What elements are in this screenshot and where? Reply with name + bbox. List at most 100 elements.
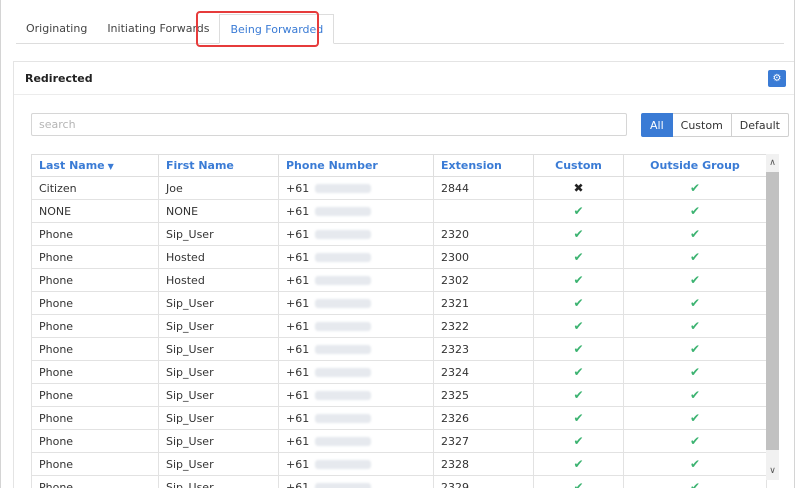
cell-last-name: Phone: [31, 314, 159, 338]
cell-extension: 2329: [433, 475, 534, 488]
cell-extension: 2323: [433, 337, 534, 361]
phone-prefix: +61: [286, 457, 310, 471]
check-icon: ✔: [689, 480, 701, 488]
check-icon: ✔: [689, 457, 701, 471]
table-row[interactable]: Phone Sip_User +61 2327 ✔ ✔: [31, 429, 767, 453]
table-row[interactable]: Phone Sip_User +61 2328 ✔ ✔: [31, 452, 767, 476]
column-header-outside-group[interactable]: Outside Group: [623, 154, 767, 177]
cell-custom: ✔: [533, 360, 624, 384]
cell-custom: ✔: [533, 199, 624, 223]
cell-last-name: Phone: [31, 475, 159, 488]
table-row[interactable]: Phone Sip_User +61 2324 ✔ ✔: [31, 360, 767, 384]
cell-outside-group: ✔: [623, 337, 767, 361]
filter-custom-button[interactable]: Custom: [672, 113, 732, 137]
check-icon: ✔: [573, 273, 584, 287]
cell-custom: ✔: [533, 314, 624, 338]
cell-custom: ✖: [533, 176, 624, 200]
sort-desc-icon: ▼: [107, 162, 114, 171]
panel-header: Redirected ⚙: [14, 62, 794, 95]
check-icon: ✔: [573, 204, 584, 218]
check-icon: ✔: [689, 388, 701, 402]
cell-first-name: Sip_User: [158, 360, 279, 384]
phone-prefix: +61: [286, 273, 310, 287]
cell-phone-number: +61: [278, 176, 434, 200]
phone-prefix: +61: [286, 227, 310, 241]
cell-custom: ✔: [533, 406, 624, 430]
scroll-up-icon[interactable]: ∧: [766, 156, 779, 170]
redacted-phone-blur: [315, 230, 372, 239]
cell-custom: ✔: [533, 452, 624, 476]
filter-default-button[interactable]: Default: [731, 113, 789, 137]
redacted-phone-blur: [315, 368, 372, 377]
redacted-phone-blur: [315, 299, 372, 308]
cell-first-name: Sip_User: [158, 452, 279, 476]
cell-custom: ✔: [533, 268, 624, 292]
column-header-phone-number[interactable]: Phone Number: [278, 154, 434, 177]
cell-last-name: Phone: [31, 383, 159, 407]
phone-prefix: +61: [286, 250, 310, 264]
cell-outside-group: ✔: [623, 406, 767, 430]
redacted-phone-blur: [315, 460, 372, 469]
check-icon: ✔: [573, 411, 584, 425]
redacted-phone-blur: [315, 276, 372, 285]
check-icon: ✔: [689, 434, 701, 448]
tab-being-forwarded[interactable]: Being Forwarded: [219, 14, 335, 44]
cell-first-name: Sip_User: [158, 314, 279, 338]
table-row[interactable]: Phone Sip_User +61 2326 ✔ ✔: [31, 406, 767, 430]
forwarding-table: Last Name ▼ First Name Phone Number Exten…: [31, 154, 767, 488]
check-icon: ✔: [573, 250, 584, 264]
phone-prefix: +61: [286, 181, 310, 195]
table-row[interactable]: Phone Sip_User +61 2323 ✔ ✔: [31, 337, 767, 361]
cell-outside-group: ✔: [623, 268, 767, 292]
phone-prefix: +61: [286, 319, 310, 333]
cell-first-name: Sip_User: [158, 291, 279, 315]
cell-extension: 2324: [433, 360, 534, 384]
redacted-phone-blur: [315, 437, 372, 446]
phone-prefix: +61: [286, 434, 310, 448]
check-icon: ✔: [689, 227, 701, 241]
table-row[interactable]: Phone Sip_User +61 2320 ✔ ✔: [31, 222, 767, 246]
check-icon: ✔: [573, 388, 584, 402]
search-input[interactable]: [31, 113, 627, 136]
phone-prefix: +61: [286, 480, 310, 488]
table-row[interactable]: NONE NONE +61 ✔ ✔: [31, 199, 767, 223]
cell-phone-number: +61: [278, 337, 434, 361]
cell-first-name: Hosted: [158, 268, 279, 292]
column-header-extension[interactable]: Extension: [433, 154, 534, 177]
table-row[interactable]: Phone Hosted +61 2300 ✔ ✔: [31, 245, 767, 269]
column-header-custom[interactable]: Custom: [533, 154, 624, 177]
scrollbar-thumb[interactable]: [766, 172, 779, 450]
table-row[interactable]: Citizen Joe +61 2844 ✖ ✔: [31, 176, 767, 200]
cell-last-name: Phone: [31, 291, 159, 315]
redacted-phone-blur: [315, 483, 372, 488]
tab-initiating-forwards[interactable]: Initiating Forwards: [97, 14, 219, 44]
cell-custom: ✔: [533, 383, 624, 407]
redacted-phone-blur: [315, 207, 372, 216]
scroll-down-icon[interactable]: ∨: [766, 464, 779, 478]
table-row[interactable]: Phone Sip_User +61 2322 ✔ ✔: [31, 314, 767, 338]
check-icon: ✔: [689, 204, 701, 218]
tab-originating[interactable]: Originating: [16, 14, 97, 44]
table-row[interactable]: Phone Sip_User +61 2329 ✔ ✔: [31, 475, 767, 488]
redacted-phone-blur: [315, 391, 372, 400]
check-icon: ✔: [573, 342, 584, 356]
settings-gear-icon[interactable]: ⚙: [768, 70, 786, 87]
cell-last-name: Phone: [31, 222, 159, 246]
table-row[interactable]: Phone Sip_User +61 2321 ✔ ✔: [31, 291, 767, 315]
filter-toggle-group: All Custom Default: [641, 113, 789, 137]
cell-last-name: Phone: [31, 268, 159, 292]
cell-last-name: Citizen: [31, 176, 159, 200]
column-header-first-name[interactable]: First Name: [158, 154, 279, 177]
table-row[interactable]: Phone Sip_User +61 2325 ✔ ✔: [31, 383, 767, 407]
cell-first-name: Sip_User: [158, 406, 279, 430]
check-icon: ✔: [689, 365, 701, 379]
table-row[interactable]: Phone Hosted +61 2302 ✔ ✔: [31, 268, 767, 292]
cell-last-name: Phone: [31, 337, 159, 361]
filter-all-button[interactable]: All: [641, 113, 673, 137]
phone-prefix: +61: [286, 365, 310, 379]
check-icon: ✔: [689, 273, 701, 287]
table-scrollbar[interactable]: ∧ ∨: [766, 154, 779, 480]
cell-first-name: Sip_User: [158, 429, 279, 453]
column-header-last-name[interactable]: Last Name ▼: [31, 154, 159, 177]
check-icon: ✔: [573, 227, 584, 241]
